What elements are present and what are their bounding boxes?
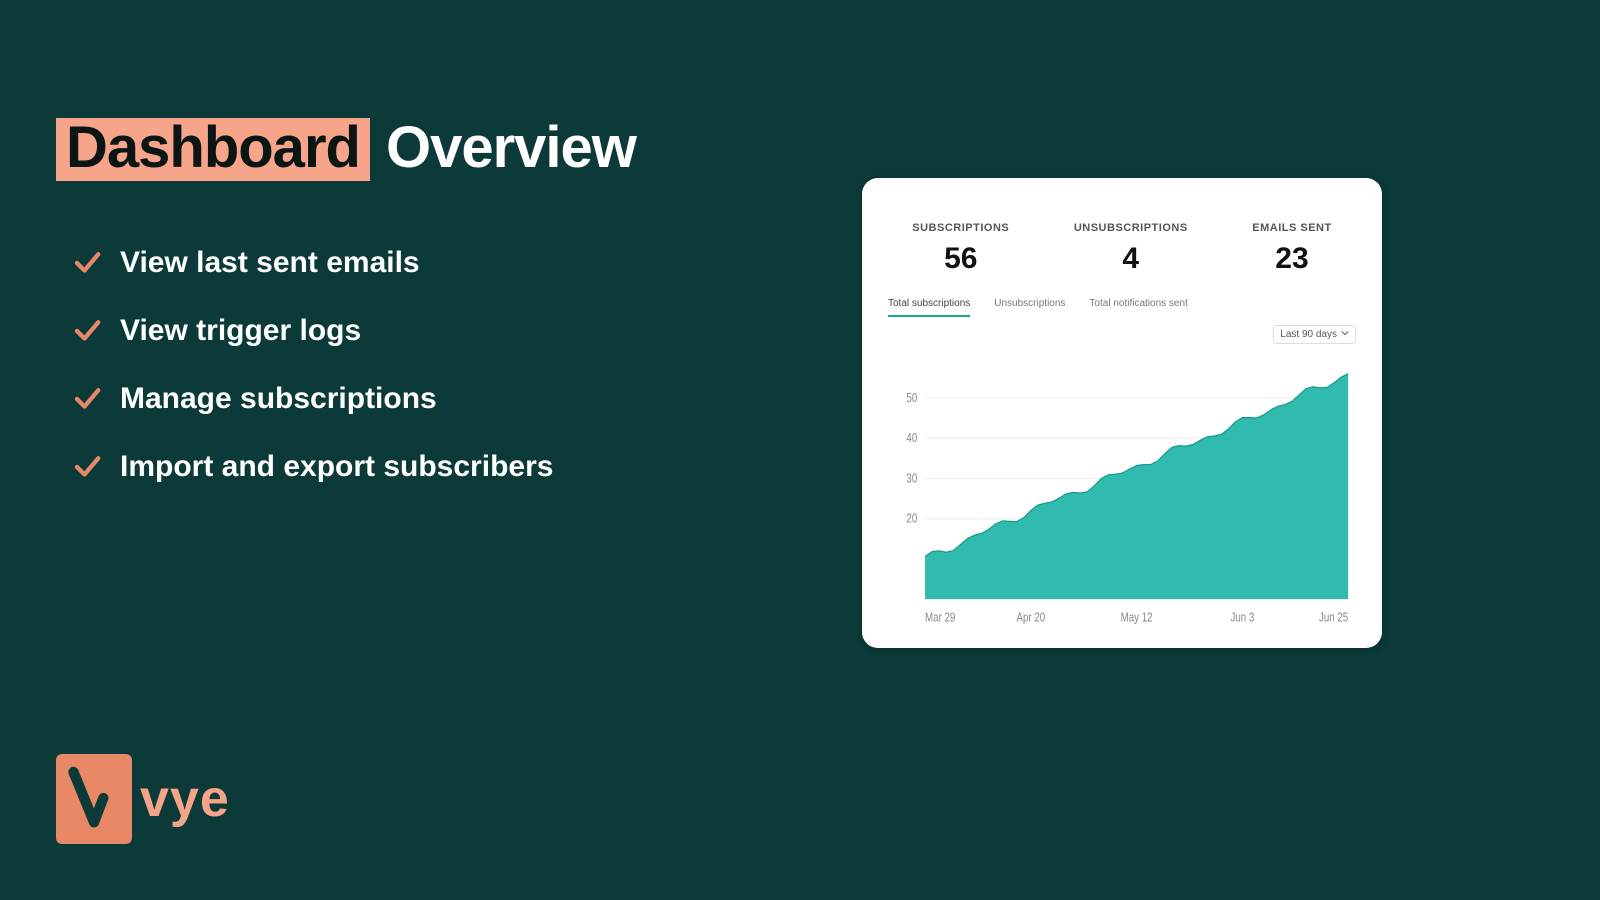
- list-item: View trigger logs: [72, 314, 553, 348]
- check-icon: [72, 384, 102, 414]
- svg-text:20: 20: [906, 512, 917, 525]
- title-rest: Overview: [386, 118, 636, 179]
- list-item-label: Import and export subscribers: [120, 450, 553, 484]
- logo-text: vye: [140, 769, 230, 829]
- list-item-label: View trigger logs: [120, 314, 361, 348]
- list-item: Manage subscriptions: [72, 382, 553, 416]
- feature-list: View last sent emails View trigger logs …: [72, 246, 553, 518]
- svg-text:40: 40: [906, 432, 917, 445]
- date-range-dropdown[interactable]: Last 90 days: [1273, 325, 1356, 344]
- svg-text:Apr 20: Apr 20: [1016, 612, 1045, 625]
- tab-total-subscriptions[interactable]: Total subscriptions: [888, 298, 970, 317]
- svg-text:50: 50: [906, 392, 917, 405]
- list-item-label: Manage subscriptions: [120, 382, 437, 416]
- range-row: Last 90 days: [880, 317, 1364, 344]
- chevron-down-icon: [1341, 329, 1349, 340]
- metric-label: EMAILS SENT: [1252, 222, 1331, 234]
- tab-unsubscriptions[interactable]: Unsubscriptions: [994, 298, 1065, 317]
- metric-emails-sent: EMAILS SENT 23: [1252, 222, 1331, 276]
- list-item-label: View last sent emails: [120, 246, 420, 280]
- metric-unsubscriptions: UNSUBSCRIPTIONS 4: [1074, 222, 1188, 276]
- metrics-row: SUBSCRIPTIONS 56 UNSUBSCRIPTIONS 4 EMAIL…: [880, 196, 1364, 286]
- chart-tabs: Total subscriptions Unsubscriptions Tota…: [880, 286, 1364, 317]
- metric-value: 4: [1074, 242, 1188, 276]
- metric-value: 56: [912, 242, 1009, 276]
- list-item: View last sent emails: [72, 246, 553, 280]
- metric-subscriptions: SUBSCRIPTIONS 56: [912, 222, 1009, 276]
- area-chart-svg: 20 30 40 50 Mar 29 Apr 20 May 12 Jun 3 Jun 25: [888, 348, 1356, 634]
- dashboard-card: SUBSCRIPTIONS 56 UNSUBSCRIPTIONS 4 EMAIL…: [862, 178, 1382, 648]
- slide: Dashboard Overview View last sent emails…: [0, 0, 1600, 900]
- metric-label: UNSUBSCRIPTIONS: [1074, 222, 1188, 234]
- svg-text:Jun 25: Jun 25: [1319, 612, 1348, 625]
- metric-value: 23: [1252, 242, 1331, 276]
- check-icon: [72, 248, 102, 278]
- svg-text:Jun 3: Jun 3: [1231, 612, 1255, 625]
- svg-text:Mar 29: Mar 29: [925, 612, 955, 625]
- svg-text:30: 30: [906, 472, 917, 485]
- brand-logo: vye: [56, 754, 230, 844]
- svg-text:May 12: May 12: [1121, 612, 1153, 625]
- metric-label: SUBSCRIPTIONS: [912, 222, 1009, 234]
- title-highlight: Dashboard: [56, 118, 370, 181]
- list-item: Import and export subscribers: [72, 450, 553, 484]
- chart: 20 30 40 50 Mar 29 Apr 20 May 12 Jun 3 Jun 25: [880, 344, 1364, 634]
- logo-badge-icon: [56, 754, 132, 844]
- date-range-label: Last 90 days: [1280, 329, 1337, 340]
- slide-title: Dashboard Overview: [56, 118, 636, 181]
- tab-total-notifications-sent[interactable]: Total notifications sent: [1089, 298, 1187, 317]
- check-icon: [72, 452, 102, 482]
- check-icon: [72, 316, 102, 346]
